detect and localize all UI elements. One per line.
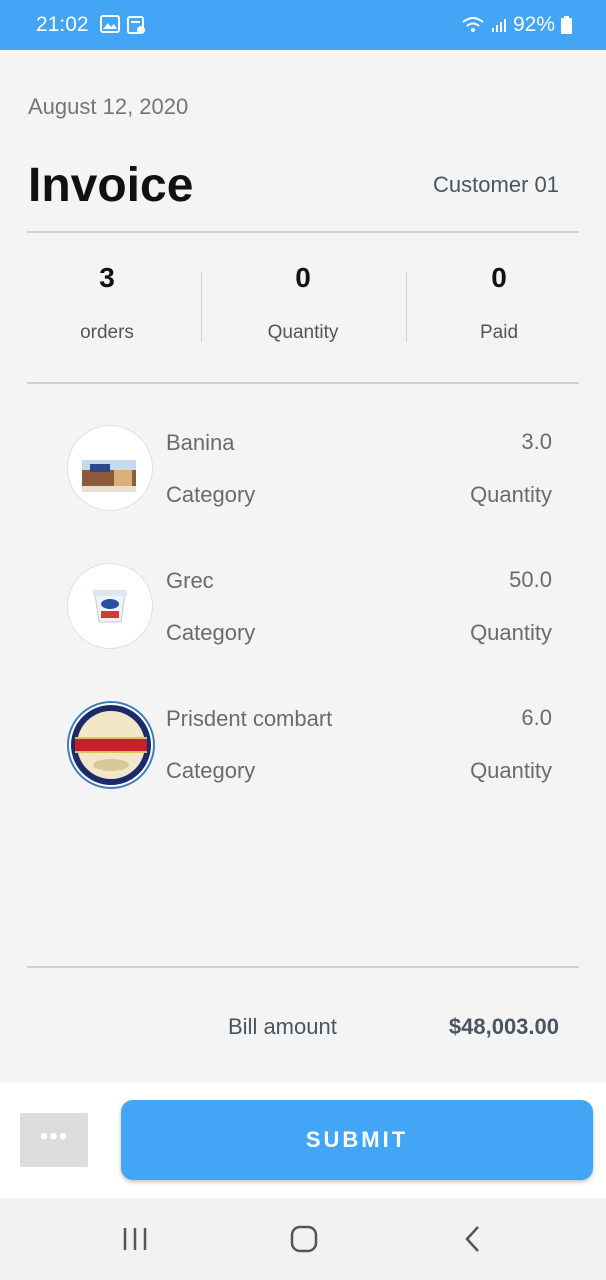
recent-apps-icon[interactable] [121, 1224, 149, 1259]
stat-orders-label: orders [80, 322, 134, 343]
bill-amount-value: $48,003.00 [448, 1014, 559, 1039]
divider [27, 382, 579, 384]
list-item[interactable]: Prisdent combart Category 6.0 Quantity [0, 701, 606, 801]
list-item[interactable]: Grec Category 50.0 Quantity [0, 563, 606, 663]
stat-orders: 3 orders [22, 262, 192, 344]
stat-separator [406, 272, 407, 342]
calendar-icon [126, 15, 146, 35]
back-icon[interactable] [462, 1224, 484, 1259]
action-panel: ••• SUBMIT [0, 1082, 606, 1198]
status-time: 21:02 [36, 13, 89, 36]
product-image [67, 425, 153, 511]
stat-separator [201, 272, 202, 342]
product-image [67, 701, 155, 789]
gallery-icon [100, 15, 120, 35]
submit-button[interactable]: SUBMIT [121, 1100, 593, 1180]
stat-paid-label: Paid [479, 322, 519, 343]
bill-amount-label: Bill amount [228, 1014, 337, 1039]
item-name: Prisdent combart [166, 706, 333, 731]
item-value: 50.0 [509, 567, 552, 592]
battery-icon [561, 16, 572, 34]
item-value: 6.0 [521, 705, 552, 730]
stat-paid: 0 Paid [414, 262, 584, 344]
signal-icon [491, 17, 507, 33]
divider [27, 231, 579, 233]
product-image [67, 563, 153, 649]
item-name: Banina [166, 430, 235, 455]
item-quantity-label: Quantity [470, 620, 552, 645]
list-item[interactable]: Banina Category 3.0 Quantity [0, 425, 606, 525]
item-name: Grec [166, 568, 214, 593]
customer-name: Customer 01 [433, 172, 559, 197]
item-quantity-label: Quantity [470, 482, 552, 507]
stat-quantity-value: 0 [295, 262, 311, 293]
stat-paid-value: 0 [491, 262, 507, 293]
invoice-date: August 12, 2020 [28, 94, 189, 119]
divider [27, 966, 579, 968]
item-quantity-label: Quantity [470, 758, 552, 783]
wifi-icon [461, 16, 485, 34]
more-options-button[interactable]: ••• [20, 1113, 88, 1167]
item-value: 3.0 [521, 429, 552, 454]
status-bar: 21:02 92% [0, 0, 606, 50]
system-nav-bar [0, 1198, 606, 1280]
stat-quantity-label: Quantity [267, 322, 339, 343]
stat-orders-value: 3 [99, 262, 115, 293]
home-icon[interactable] [289, 1224, 319, 1259]
item-category: Category [166, 758, 256, 783]
page-title: Invoice [28, 159, 194, 212]
item-category: Category [166, 482, 256, 507]
battery-percent: 92% [512, 13, 555, 36]
stat-quantity: 0 Quantity [218, 262, 388, 344]
item-category: Category [166, 620, 256, 645]
